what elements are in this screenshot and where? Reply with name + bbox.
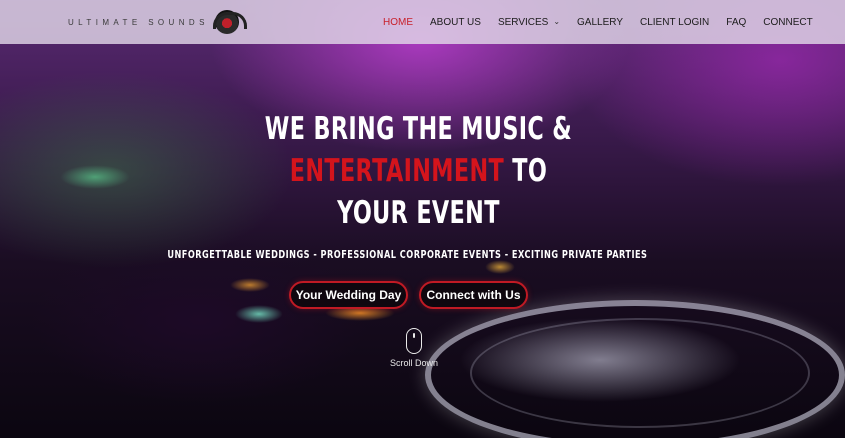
nav-item-services[interactable]: SERVICES ⌄ — [498, 17, 560, 28]
hero-heading-line1: WE BRING THE MUSIC & — [264, 111, 573, 147]
hero-tagline: UNFORGETTABLE WEDDINGS - PROFESSIONAL CO… — [167, 249, 648, 261]
headphones-record-icon — [212, 10, 247, 34]
nav-item-gallery[interactable]: GALLERY — [577, 17, 623, 28]
scroll-down-link[interactable]: Scroll Down — [384, 328, 444, 368]
hero-heading-line3: YOUR EVENT — [337, 195, 500, 231]
nav-item-connect[interactable]: CONNECT — [763, 17, 812, 28]
site-logo[interactable]: ULTIMATE SOUNDS — [68, 10, 247, 34]
turntable-inner-ring — [470, 318, 810, 428]
mixer-knob-light — [235, 305, 283, 323]
nav-item-faq[interactable]: FAQ — [726, 17, 746, 28]
site-header: ULTIMATE SOUNDS HOME ABOUT US SERVICES ⌄ … — [0, 0, 845, 44]
chevron-down-icon: ⌄ — [553, 16, 561, 26]
connect-with-us-button[interactable]: Connect with Us — [419, 281, 528, 309]
hero-heading-highlight: ENTERTAINMENT — [289, 153, 505, 189]
mixer-knob-light — [230, 278, 270, 292]
nav-item-client-login[interactable]: CLIENT LOGIN — [640, 17, 709, 28]
main-nav: HOME ABOUT US SERVICES ⌄ GALLERY CLIENT L… — [383, 0, 830, 44]
scroll-down-label: Scroll Down — [389, 358, 438, 368]
nav-item-about-us[interactable]: ABOUT US — [430, 17, 481, 28]
mixer-knob-light — [485, 260, 515, 274]
wedding-day-button[interactable]: Your Wedding Day — [289, 281, 408, 309]
hero-heading-line2-rest: TO — [504, 153, 548, 189]
nav-item-home[interactable]: HOME — [383, 17, 413, 28]
hero-heading: WE BRING THE MUSIC & ENTERTAINMENT TO YO… — [114, 108, 722, 234]
logo-text: ULTIMATE SOUNDS — [68, 17, 209, 27]
mouse-icon — [406, 328, 422, 354]
